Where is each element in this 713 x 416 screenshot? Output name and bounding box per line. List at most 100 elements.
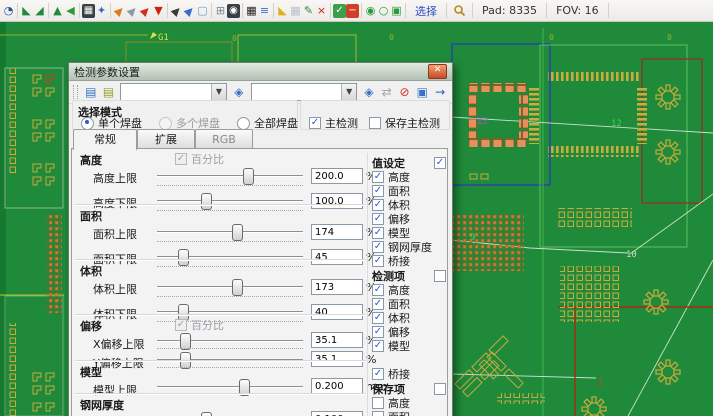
flag-right-icon[interactable]: ◢ bbox=[33, 4, 46, 18]
toolbar-separator bbox=[211, 3, 212, 18]
slider-track bbox=[157, 231, 303, 232]
checkbox-icon: ✓ bbox=[372, 199, 384, 211]
param-row: 体积上限% bbox=[75, 277, 366, 302]
app-window: ◔◣◢▲◀▦✦▶▶▶▼▶▶▢⊞◉▦≡◣▦✎×✓−◉○▣ 选择 Pad: 8335… bbox=[0, 0, 713, 416]
camera-icon[interactable]: ◉ bbox=[227, 4, 240, 18]
option-checkbox[interactable]: ✓面积 bbox=[372, 185, 446, 197]
image-icon[interactable]: ▦ bbox=[82, 4, 95, 18]
checkbox-icon: ✓ bbox=[309, 117, 321, 129]
option-checkbox[interactable]: ✓高度 bbox=[372, 397, 446, 409]
param-combo-1[interactable]: ▼ bbox=[120, 83, 226, 101]
exit-icon[interactable]: → bbox=[432, 84, 448, 100]
param-slider[interactable] bbox=[157, 223, 303, 241]
param-value-input[interactable] bbox=[311, 332, 363, 348]
toolbar-separator bbox=[546, 3, 547, 18]
grid-table-icon[interactable]: ⊞ bbox=[214, 4, 227, 18]
load-add-icon[interactable]: ▤ bbox=[101, 84, 117, 100]
ruler-icon[interactable]: ◣ bbox=[276, 4, 289, 18]
delete-icon[interactable]: × bbox=[315, 4, 328, 18]
chevron-down-icon[interactable]: ▼ bbox=[211, 84, 226, 100]
tools-icon[interactable]: ✦ bbox=[95, 4, 108, 18]
target-icon[interactable]: ◉ bbox=[364, 4, 377, 18]
toolbar-separator bbox=[361, 3, 362, 18]
param-value-input[interactable] bbox=[311, 378, 363, 394]
close-icon[interactable]: ✕ bbox=[428, 64, 447, 79]
option-checkbox[interactable]: ✓桥接 bbox=[372, 368, 446, 380]
param-value-input[interactable] bbox=[311, 224, 363, 240]
slider-thumb[interactable] bbox=[201, 412, 212, 416]
tab-extended[interactable]: 扩展 bbox=[137, 129, 195, 149]
slider-track bbox=[157, 386, 303, 387]
option-checkbox[interactable]: ✓高度 bbox=[372, 171, 446, 183]
transfer-icon[interactable]: ⇄ bbox=[379, 84, 395, 100]
cancel-icon[interactable]: ⊘ bbox=[397, 84, 413, 100]
option-checkbox[interactable]: ✓模型 bbox=[372, 227, 446, 239]
param-row: 高度上限% bbox=[75, 166, 366, 191]
load-file-icon[interactable]: ▤ bbox=[83, 84, 99, 100]
select-button[interactable]: 选择 bbox=[415, 3, 437, 19]
grid-light-icon[interactable]: ▦ bbox=[289, 4, 302, 18]
confirm-icon[interactable]: ✓ bbox=[333, 4, 346, 18]
option-label: 模型 bbox=[388, 338, 410, 354]
save-main-detect-checkbox[interactable]: ✓ 保存主检测 bbox=[369, 115, 440, 131]
param-slider[interactable] bbox=[157, 278, 303, 296]
option-checkbox[interactable]: ✓偏移 bbox=[372, 326, 446, 338]
param-value-input[interactable] bbox=[311, 168, 363, 184]
tiles-icon[interactable]: ▦ bbox=[245, 4, 258, 18]
option-checkbox[interactable]: ✓面积 bbox=[372, 298, 446, 310]
save-icon[interactable]: ▣ bbox=[414, 84, 430, 100]
remove-icon[interactable]: − bbox=[346, 4, 359, 18]
pcb-label: 9 bbox=[470, 233, 475, 243]
panel-master-checkbox[interactable]: ✓ bbox=[434, 383, 446, 395]
panel-master-checkbox[interactable]: ✓ bbox=[434, 157, 446, 169]
option-checkbox[interactable]: ✓高度 bbox=[372, 284, 446, 296]
param-label: 体积上限 bbox=[93, 281, 159, 297]
option-checkbox[interactable]: ✓模型 bbox=[372, 340, 446, 352]
option-checkbox[interactable]: ✓体积 bbox=[372, 312, 446, 324]
param-value-input[interactable] bbox=[311, 411, 363, 416]
flag-left-icon[interactable]: ◣ bbox=[20, 4, 33, 18]
panel-master-checkbox[interactable]: ✓ bbox=[434, 270, 446, 282]
slider-thumb[interactable] bbox=[232, 279, 243, 296]
percent-checkbox[interactable]: ✓百分比 bbox=[175, 317, 224, 333]
option-panel-1: 值设定✓✓高度✓面积✓体积✓偏移✓模型✓钢网厚度✓桥接 bbox=[372, 157, 446, 267]
apply-combo1-icon[interactable]: ◈ bbox=[231, 84, 247, 100]
param-slider[interactable] bbox=[157, 167, 303, 185]
main-detect-checkbox[interactable]: ✓ 主检测 bbox=[309, 115, 358, 131]
param-label: 面积上限 bbox=[93, 226, 159, 242]
checkbox-icon: ✓ bbox=[372, 298, 384, 310]
search-icon[interactable] bbox=[453, 4, 466, 17]
option-checkbox[interactable]: ✓钢网厚度 bbox=[372, 241, 446, 253]
tab-general[interactable]: 常规 bbox=[73, 129, 137, 150]
section-5: 模型模型上限mm bbox=[75, 360, 366, 393]
edit-chart-icon[interactable]: ✎ bbox=[302, 4, 315, 18]
option-panel-3: 保存项✓✓高度✓面积✓体积 bbox=[372, 383, 446, 416]
option-checkbox[interactable]: ✓面积 bbox=[372, 411, 446, 416]
square-icon[interactable]: ▣ bbox=[390, 4, 403, 18]
triangle-flag-icon[interactable]: ▲ bbox=[51, 4, 64, 18]
param-slider[interactable] bbox=[157, 411, 303, 416]
tab-rgb[interactable]: RGB bbox=[195, 129, 253, 149]
sort-az-icon[interactable]: ≡ bbox=[258, 4, 271, 18]
dialog-titlebar[interactable]: 检测参数设置 ✕ bbox=[69, 63, 452, 81]
toolbar-grip[interactable] bbox=[73, 85, 78, 99]
megaphone-icon[interactable]: ◀ bbox=[64, 4, 77, 18]
circle-icon[interactable]: ○ bbox=[377, 4, 390, 18]
percent-checkbox[interactable]: ✓百分比 bbox=[175, 151, 224, 167]
toolbar-separator bbox=[273, 3, 274, 18]
param-combo-2[interactable]: ▼ bbox=[251, 83, 357, 101]
radio-icon bbox=[159, 117, 172, 130]
checkbox-icon: ✓ bbox=[175, 153, 187, 165]
apply-combo2-icon[interactable]: ◈ bbox=[361, 84, 377, 100]
option-checkbox[interactable]: ✓桥接 bbox=[372, 255, 446, 267]
option-checkbox[interactable]: ✓体积 bbox=[372, 199, 446, 211]
tab-label: 扩展 bbox=[155, 133, 177, 146]
radio-label: 全部焊盘 bbox=[254, 115, 298, 131]
chevron-down-icon[interactable]: ▼ bbox=[341, 84, 356, 100]
checkbox-icon: ✓ bbox=[369, 117, 381, 129]
param-value-input[interactable] bbox=[311, 279, 363, 295]
slider-thumb[interactable] bbox=[243, 168, 254, 185]
option-checkbox[interactable]: ✓偏移 bbox=[372, 213, 446, 225]
slider-thumb[interactable] bbox=[232, 224, 243, 241]
history-icon[interactable]: ◔ bbox=[2, 4, 15, 18]
